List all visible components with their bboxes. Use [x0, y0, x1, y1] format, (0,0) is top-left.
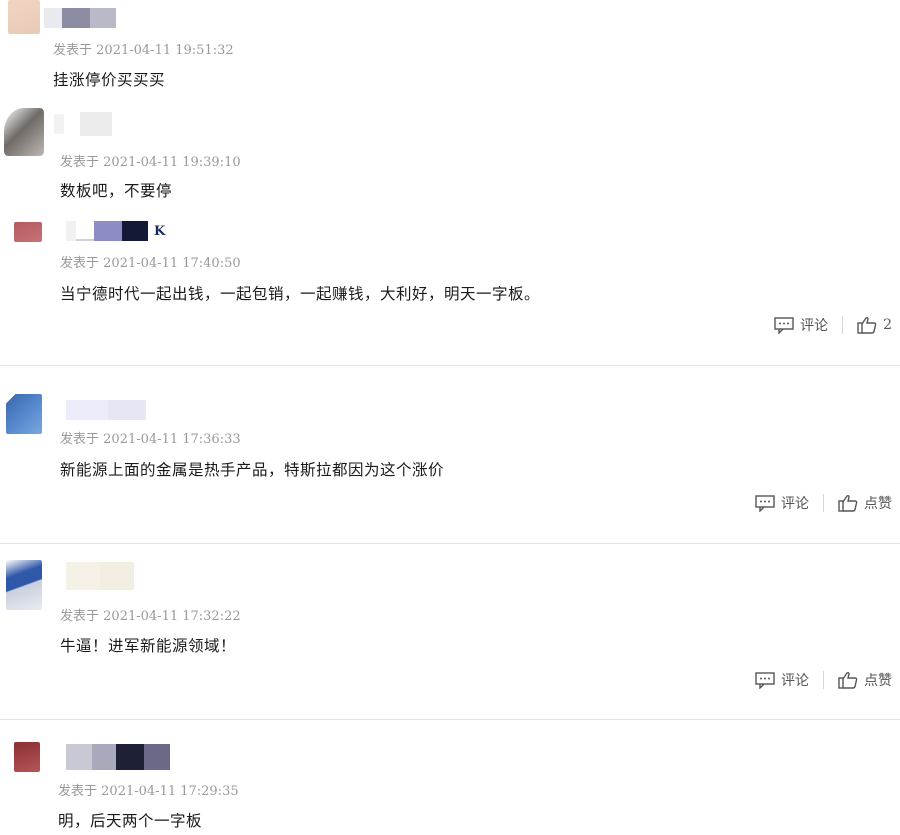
- comment-meta: 发表于 2021-04-11 19:51:32: [53, 39, 234, 58]
- like-button[interactable]: 点赞: [838, 493, 892, 513]
- posted-time: 2021-04-11 19:51:32: [96, 43, 234, 58]
- comment-meta: 发表于 2021-04-11 17:32:22: [60, 605, 241, 624]
- username-masked[interactable]: [66, 400, 146, 420]
- comment-meta: 发表于 2021-04-11 17:36:33: [60, 428, 241, 447]
- posted-prefix: 发表于: [60, 609, 100, 624]
- posted-time: 2021-04-11 17:29:35: [101, 784, 239, 799]
- posted-prefix: 发表于: [60, 155, 100, 170]
- comment-meta: 发表于 2021-04-11 17:40:50: [60, 252, 241, 271]
- posted-prefix: 发表于: [60, 256, 100, 271]
- avatar[interactable]: [6, 394, 42, 434]
- thumbs-up-icon: [838, 494, 858, 512]
- like-button[interactable]: 2: [857, 316, 892, 334]
- comment-text: 新能源上面的金属是热手产品，特斯拉都因为这个涨价: [60, 461, 445, 479]
- divider: [0, 365, 900, 366]
- like-button[interactable]: 点赞: [838, 670, 892, 690]
- posted-time: 2021-04-11 17:32:22: [103, 609, 241, 624]
- thumbs-up-icon: [857, 316, 877, 334]
- comment-icon: [774, 316, 794, 334]
- reply-label: 评论: [781, 673, 809, 689]
- comment-icon: [755, 671, 775, 689]
- avatar[interactable]: [8, 0, 40, 34]
- avatar[interactable]: [6, 560, 42, 610]
- like-label: 点赞: [864, 496, 892, 512]
- reply-button[interactable]: 评论: [755, 670, 809, 690]
- reply-label: 评论: [800, 318, 829, 334]
- comment-icon: [755, 494, 775, 512]
- comment-text: 明，后天两个一字板: [58, 812, 203, 830]
- reply-button[interactable]: 评论: [774, 315, 828, 335]
- like-count: 2: [883, 317, 892, 333]
- comment-text: 挂涨停价买买买: [53, 71, 166, 89]
- avatar[interactable]: [4, 108, 44, 156]
- comment-actions: 评论 点赞: [755, 670, 892, 690]
- comment-text: 牛逼！进军新能源领域！: [60, 637, 237, 655]
- comment-text: 数板吧，不要停: [60, 182, 173, 200]
- comment-text: 当宁德时代一起出钱，一起包销，一起赚钱，大利好，明天一字板。: [60, 285, 541, 303]
- posted-time: 2021-04-11 19:39:10: [103, 155, 241, 170]
- reply-label: 评论: [781, 496, 809, 512]
- comment-actions: 评论 2: [774, 315, 892, 335]
- username-suffix: K: [154, 223, 166, 239]
- avatar[interactable]: [14, 742, 40, 772]
- comment-meta: 发表于 2021-04-11 17:29:35: [58, 780, 239, 799]
- comment-actions: 评论 点赞: [755, 493, 892, 513]
- posted-prefix: 发表于: [60, 432, 100, 447]
- action-divider: [823, 494, 824, 512]
- posted-time: 2021-04-11 17:36:33: [103, 432, 241, 447]
- posted-time: 2021-04-11 17:40:50: [103, 256, 241, 271]
- posted-prefix: 发表于: [53, 43, 93, 58]
- divider: [0, 543, 900, 544]
- action-divider: [823, 671, 824, 689]
- action-divider: [842, 316, 844, 334]
- thumbs-up-icon: [838, 671, 858, 689]
- reply-button[interactable]: 评论: [755, 493, 809, 513]
- username-masked[interactable]: [54, 112, 112, 136]
- username-masked[interactable]: [44, 8, 116, 28]
- username-masked[interactable]: [66, 744, 170, 770]
- avatar[interactable]: [14, 222, 42, 242]
- username-masked[interactable]: [66, 562, 134, 590]
- comment-feed: 发表于 2021-04-11 19:51:32 挂涨停价买买买 发表于 2021…: [0, 0, 900, 835]
- username-masked[interactable]: K: [66, 221, 165, 241]
- posted-prefix: 发表于: [58, 784, 98, 799]
- divider: [0, 719, 900, 720]
- like-label: 点赞: [864, 673, 892, 689]
- comment-meta: 发表于 2021-04-11 19:39:10: [60, 151, 241, 170]
